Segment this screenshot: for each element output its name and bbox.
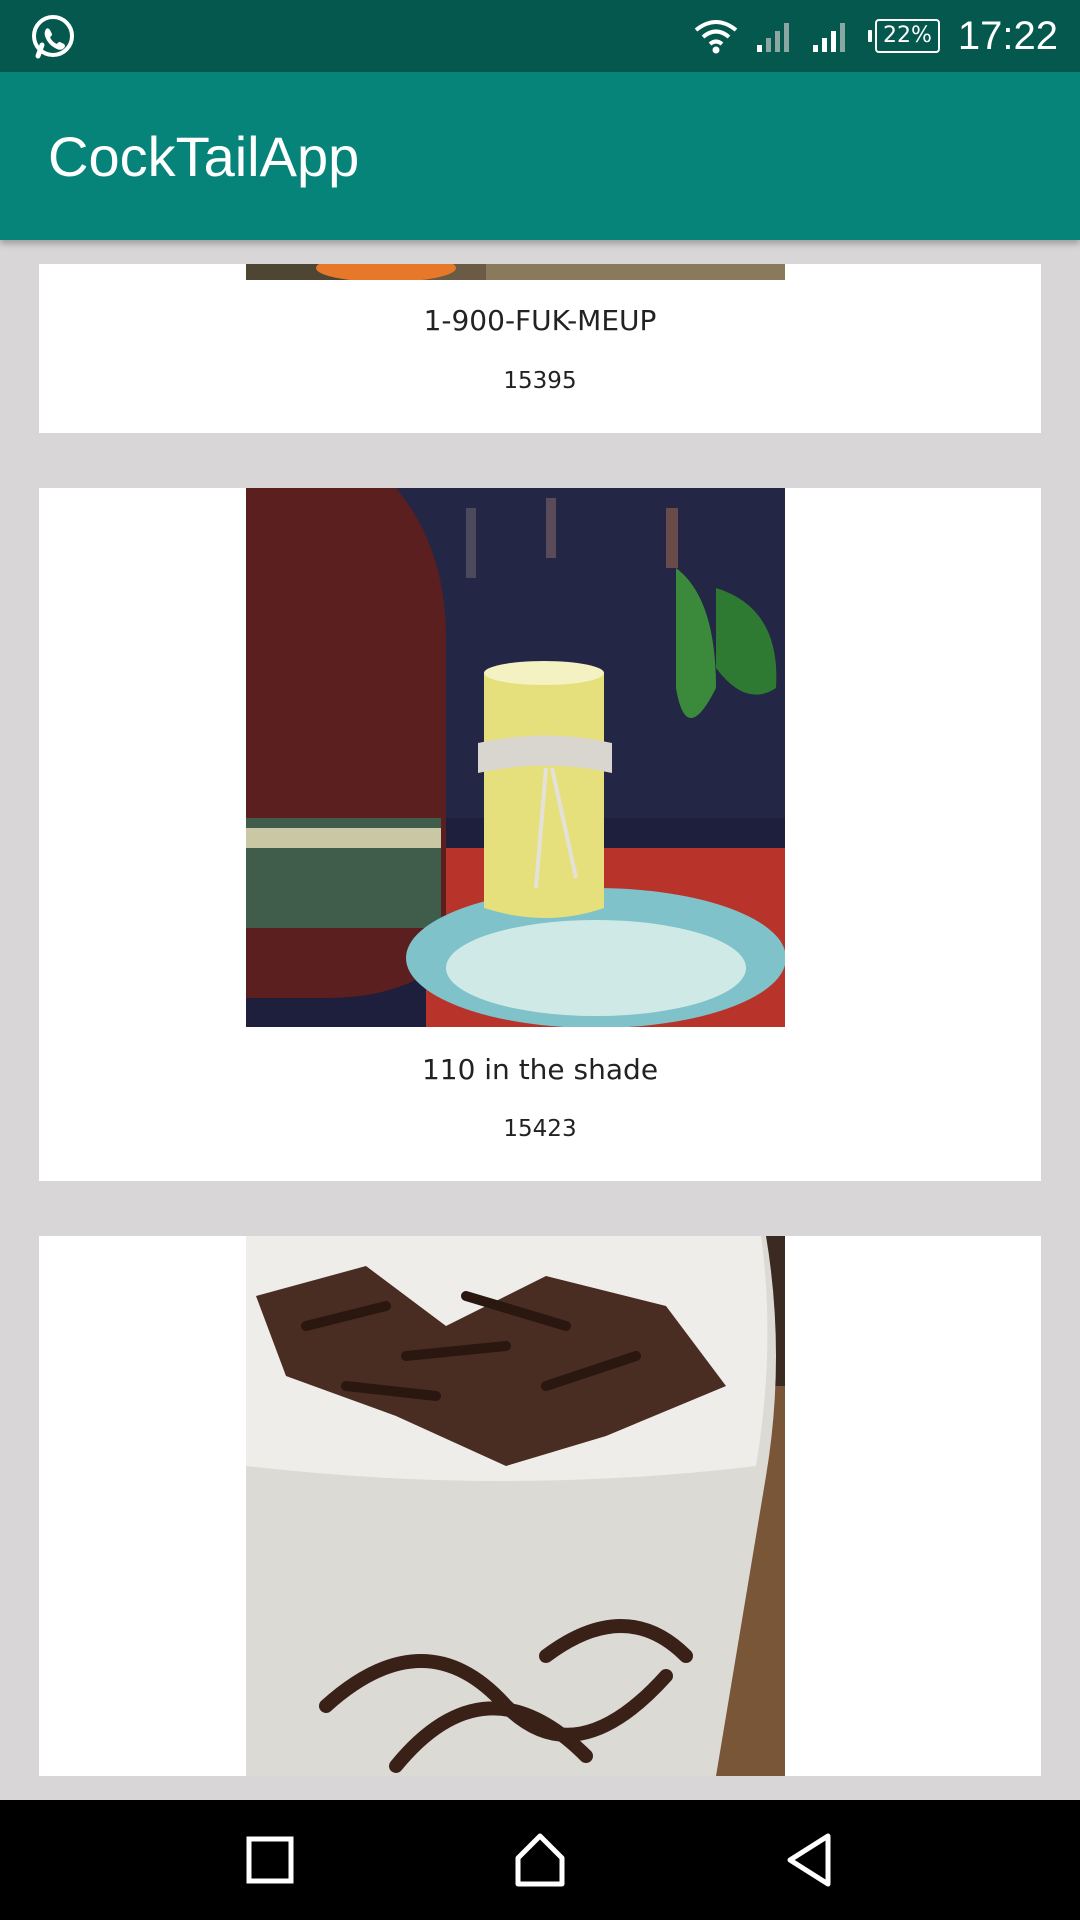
whatsapp-icon (32, 15, 74, 59)
cocktail-list[interactable]: 1-900-FUK-MEUP 15395 110 in the shade 15… (0, 240, 1080, 1800)
cocktail-id: 15395 (503, 368, 577, 394)
cocktail-card[interactable]: 1-900-FUK-MEUP 15395 (39, 264, 1041, 433)
clock: 17:22 (957, 13, 1058, 58)
signal-icon (812, 23, 845, 52)
app-title: CockTailApp (48, 125, 360, 188)
wifi-icon (694, 20, 738, 54)
cocktail-name: 1-900-FUK-MEUP (423, 304, 657, 337)
cocktail-image (246, 488, 785, 1027)
cocktail-image (246, 264, 785, 280)
signal-icon (756, 23, 789, 52)
battery-icon: 22% (867, 19, 940, 53)
status-bar: 22% 17:22 (0, 0, 1080, 72)
home-icon[interactable] (510, 1830, 570, 1890)
back-icon[interactable] (780, 1830, 840, 1890)
cocktail-image (246, 1236, 785, 1776)
recents-icon[interactable] (240, 1830, 300, 1890)
cocktail-name: 110 in the shade (421, 1053, 659, 1086)
navigation-bar (0, 1800, 1080, 1920)
cocktail-card[interactable] (39, 1236, 1041, 1776)
battery-percent: 22% (874, 19, 940, 53)
app-bar: CockTailApp (0, 72, 1080, 240)
cocktail-id: 15423 (503, 1116, 577, 1142)
cocktail-card[interactable]: 110 in the shade 15423 (39, 488, 1041, 1181)
